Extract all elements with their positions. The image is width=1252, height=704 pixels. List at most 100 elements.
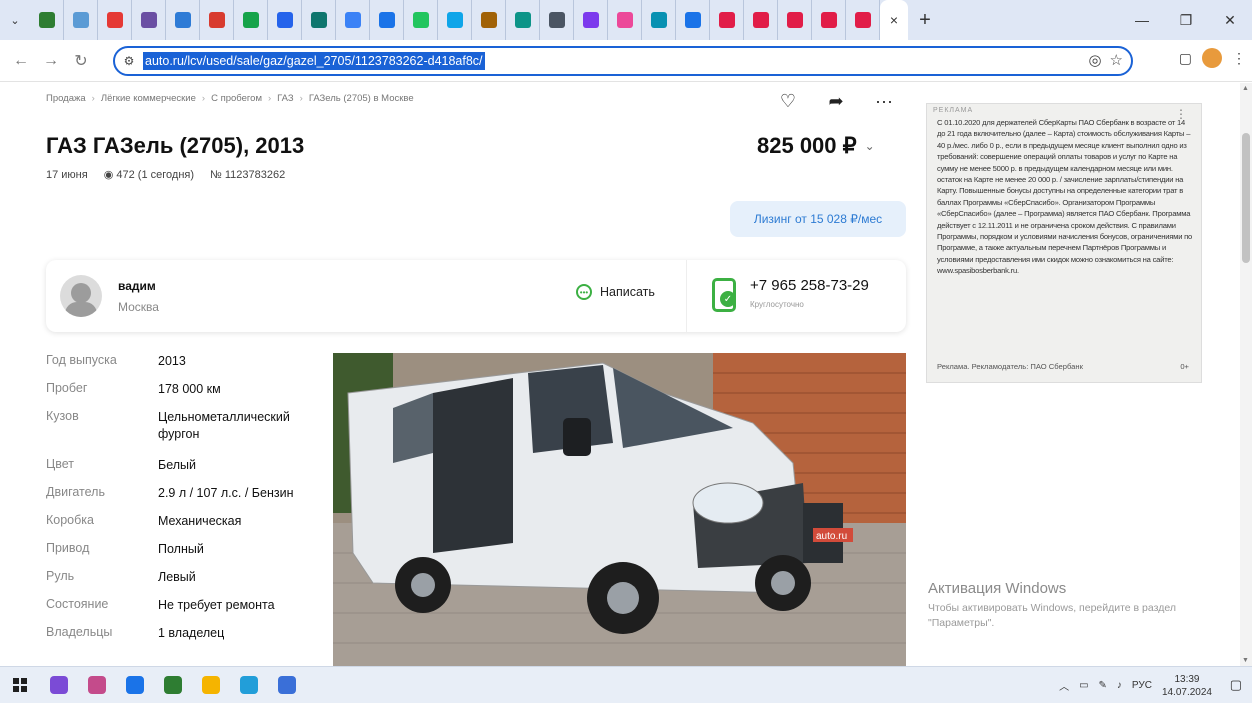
breadcrumb-separator: › bbox=[91, 93, 95, 104]
breadcrumb-link[interactable]: Лёгкие коммерческие bbox=[101, 93, 196, 104]
scroll-up-icon[interactable]: ▲ bbox=[1242, 85, 1249, 92]
seller-avatar bbox=[60, 275, 102, 317]
browser-tab[interactable] bbox=[200, 0, 234, 40]
leasing-button[interactable]: Лизинг от 15 028 ₽/мес bbox=[730, 201, 906, 237]
url-text[interactable]: auto.ru/lcv/used/sale/gaz/gazel_2705/112… bbox=[143, 52, 485, 70]
taskbar-app[interactable] bbox=[154, 667, 192, 704]
active-tab[interactable]: × bbox=[880, 0, 908, 40]
spec-row: Руль Левый bbox=[46, 569, 316, 597]
close-window-button[interactable]: ✕ bbox=[1208, 0, 1252, 40]
browser-tab[interactable] bbox=[642, 0, 676, 40]
restore-button[interactable]: ❐ bbox=[1164, 0, 1208, 40]
volume-icon[interactable]: ♪ bbox=[1117, 680, 1122, 691]
browser-tab[interactable] bbox=[438, 0, 472, 40]
breadcrumb-link[interactable]: С пробегом bbox=[211, 93, 262, 104]
tab-favicon-icon bbox=[616, 12, 633, 28]
notifications-icon[interactable]: ▢ bbox=[1230, 677, 1242, 693]
tab-favicon-icon bbox=[140, 12, 157, 28]
close-tab-icon[interactable]: × bbox=[890, 12, 898, 28]
write-message-button[interactable]: ••• Написать bbox=[576, 284, 655, 300]
tab-favicon-icon bbox=[650, 12, 667, 28]
tab-favicon-icon bbox=[820, 12, 837, 28]
favorite-button[interactable]: ♡ bbox=[770, 83, 806, 119]
spec-label: Двигатель bbox=[46, 485, 105, 499]
ad-banner[interactable]: РЕКЛАМА ⋮ С 01.10.2020 для держателей Сб… bbox=[926, 103, 1202, 383]
more-button[interactable]: ··· bbox=[866, 83, 902, 119]
forward-button[interactable]: → bbox=[36, 46, 66, 76]
browser-tab[interactable] bbox=[30, 0, 64, 40]
browser-tab[interactable] bbox=[778, 0, 812, 40]
photo-watermark: auto.ru bbox=[816, 531, 847, 542]
tab-list-button[interactable]: ⌄ bbox=[0, 5, 30, 35]
extensions-icon[interactable]: ▢ bbox=[1179, 50, 1192, 67]
profile-avatar[interactable] bbox=[1202, 48, 1222, 68]
browser-tab[interactable] bbox=[812, 0, 846, 40]
scroll-down-icon[interactable]: ▼ bbox=[1242, 657, 1249, 664]
browser-tab[interactable] bbox=[64, 0, 98, 40]
tab-favicon-icon bbox=[38, 12, 55, 28]
tray-chevron-up-icon[interactable]: ︿ bbox=[1059, 678, 1069, 693]
language-indicator[interactable]: РУС bbox=[1132, 680, 1152, 691]
listing-views: 472 (1 сегодня) bbox=[116, 169, 195, 181]
browser-tab[interactable] bbox=[268, 0, 302, 40]
share-icon: ➦ bbox=[828, 90, 844, 111]
scrollbar-thumb[interactable] bbox=[1242, 133, 1250, 263]
browser-tab[interactable] bbox=[506, 0, 540, 40]
back-button[interactable]: ← bbox=[6, 46, 36, 76]
eye-off-icon[interactable]: ◎ bbox=[1088, 51, 1101, 69]
listing-number: № 1123783262 bbox=[210, 168, 286, 181]
tab-favicon-icon bbox=[446, 12, 463, 28]
spec-value: Белый bbox=[158, 458, 197, 472]
browser-tab[interactable] bbox=[608, 0, 642, 40]
browser-tab[interactable] bbox=[404, 0, 438, 40]
vehicle-photo[interactable]: auto.ru bbox=[333, 353, 906, 666]
browser-tab[interactable] bbox=[234, 0, 268, 40]
phone-icon: ✓ bbox=[712, 278, 736, 312]
page-scrollbar[interactable]: ▲ ▼ bbox=[1240, 83, 1252, 666]
divider bbox=[686, 260, 687, 332]
breadcrumb-link[interactable]: Продажа bbox=[46, 93, 86, 104]
browser-tab[interactable] bbox=[540, 0, 574, 40]
browser-tab[interactable] bbox=[846, 0, 880, 40]
browser-tab[interactable] bbox=[676, 0, 710, 40]
browser-tab[interactable] bbox=[132, 0, 166, 40]
price[interactable]: 825 000 ₽ ⌄ bbox=[757, 133, 875, 159]
taskbar-app[interactable] bbox=[192, 667, 230, 704]
browser-tab[interactable] bbox=[336, 0, 370, 40]
browser-tab[interactable] bbox=[98, 0, 132, 40]
chevron-down-icon[interactable]: ⌄ bbox=[865, 139, 875, 153]
clock[interactable]: 13:39 14.07.2024 bbox=[1162, 673, 1212, 699]
taskbar-app[interactable] bbox=[230, 667, 268, 704]
ad-label: РЕКЛАМА bbox=[933, 107, 974, 114]
bookmark-star-icon[interactable]: ☆ bbox=[1110, 51, 1123, 69]
breadcrumb-link[interactable]: ГАЗель (2705) в Москве bbox=[309, 93, 414, 104]
taskbar-app[interactable] bbox=[40, 667, 78, 704]
site-info-button[interactable]: ⚙ bbox=[115, 48, 143, 74]
browser-tab[interactable] bbox=[370, 0, 404, 40]
tab-favicon-icon bbox=[786, 12, 803, 28]
address-bar[interactable]: ⚙ auto.ru/lcv/used/sale/gaz/gazel_2705/1… bbox=[113, 46, 1133, 76]
share-button[interactable]: ➦ bbox=[818, 83, 854, 119]
browser-tab[interactable] bbox=[302, 0, 336, 40]
start-button[interactable] bbox=[0, 667, 40, 704]
network-icon[interactable]: ▭ bbox=[1079, 680, 1088, 691]
minimize-button[interactable]: — bbox=[1120, 0, 1164, 40]
tab-favicon-icon bbox=[106, 12, 123, 28]
menu-dots-icon[interactable]: ⋮ bbox=[1232, 50, 1246, 67]
chat-icon: ••• bbox=[576, 284, 592, 300]
activation-text: Чтобы активировать Windows, перейдите в … bbox=[928, 602, 1176, 629]
app-icon bbox=[50, 676, 68, 694]
browser-tab[interactable] bbox=[472, 0, 506, 40]
reload-button[interactable]: ↻ bbox=[66, 46, 96, 76]
taskbar-app[interactable] bbox=[78, 667, 116, 704]
browser-tab[interactable] bbox=[710, 0, 744, 40]
taskbar-app[interactable] bbox=[268, 667, 306, 704]
taskbar-app[interactable] bbox=[116, 667, 154, 704]
browser-tab[interactable] bbox=[166, 0, 200, 40]
browser-tab[interactable] bbox=[574, 0, 608, 40]
pen-icon[interactable]: ✎ bbox=[1099, 680, 1107, 691]
phone-number[interactable]: +7 965 258-73-29 bbox=[750, 277, 869, 294]
new-tab-button[interactable]: + bbox=[908, 0, 942, 40]
browser-tab[interactable] bbox=[744, 0, 778, 40]
breadcrumb-link[interactable]: ГАЗ bbox=[277, 93, 293, 104]
